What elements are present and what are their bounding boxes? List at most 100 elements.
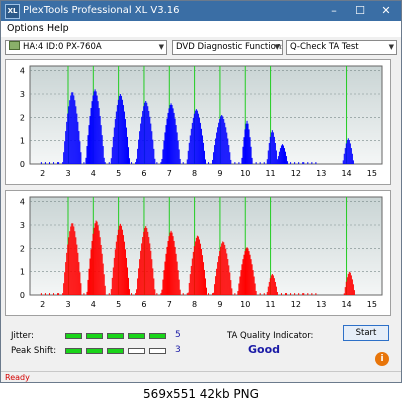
x-tick-label: 3 [65,300,70,309]
data-bar [170,230,172,295]
data-bar [162,149,164,164]
x-tick-label: 7 [167,300,172,309]
x-tick-label: 5 [116,300,121,309]
data-bar [86,146,88,164]
minimize-button[interactable]: – [321,1,347,21]
data-bar [67,244,69,295]
data-bar [177,140,179,164]
data-bar [140,123,142,164]
data-bar [192,251,194,295]
data-bar [162,279,164,295]
data-bar [83,293,85,295]
data-bar [173,112,175,164]
x-tick-label: 15 [367,300,377,309]
data-bar [129,289,131,295]
menu-bar: Options Help [1,21,401,37]
menu-help[interactable]: Help [47,23,69,34]
data-bar [285,151,287,164]
data-bar [135,162,137,164]
data-bar [247,123,249,164]
function-select[interactable]: DVD Diagnostic Functions ▼ [172,40,283,55]
data-bar [243,137,245,164]
data-bar [136,289,138,295]
x-tick-label: 8 [192,300,197,309]
data-bar [71,223,73,295]
data-bar [255,291,257,295]
data-bar [63,283,65,295]
data-bar [53,162,55,164]
x-tick-label: 3 [65,169,70,178]
data-bar [189,274,191,295]
jitter-meter [65,333,185,340]
y-tick-label: 3 [20,90,25,99]
data-bar [76,113,78,164]
data-bar [146,228,148,295]
data-bar [99,237,101,295]
data-bar [93,91,95,164]
data-bar [219,119,221,164]
data-bar [277,156,279,164]
data-bar [100,244,102,295]
data-bar [241,264,243,295]
data-bar [72,223,74,295]
data-bar [226,253,228,295]
data-bar [91,101,93,164]
data-bar [281,144,283,164]
image-caption: 569x551 42kb PNG [143,387,259,401]
data-bar [280,145,282,164]
data-bar [98,108,100,164]
data-bar [188,282,190,295]
data-bar [100,125,102,164]
data-bar [112,267,114,295]
data-bar [123,241,125,295]
data-bar [216,268,218,295]
data-bar [176,261,178,295]
data-bar [44,162,46,164]
data-bar [191,258,193,295]
data-bar [156,162,158,164]
data-bar [307,293,309,295]
data-bar [125,257,127,295]
data-bar [229,152,231,164]
data-bar [224,122,226,164]
data-bar [245,123,247,164]
data-bar [200,128,202,164]
data-bar [149,243,151,295]
menu-options[interactable]: Options [7,23,44,34]
data-bar [187,292,189,295]
data-bar [213,292,215,295]
x-tick-label: 9 [217,300,222,309]
data-bar [53,293,55,295]
drive-select[interactable]: HA:4 ID:0 PX-760A ▼ [5,40,167,55]
test-select[interactable]: Q-Check TA Test ▼ [286,40,397,55]
data-bar [200,248,202,295]
data-bar [238,162,240,164]
data-bar [64,141,66,164]
title-bar[interactable]: XL PlexTools Professional XL V3.16 – ☐ ✕ [1,1,401,21]
data-bar [103,274,105,295]
data-bar [217,127,219,164]
data-bar [80,152,82,164]
maximize-button[interactable]: ☐ [347,1,373,21]
data-bar [286,293,288,295]
data-bar [138,139,140,164]
close-button[interactable]: ✕ [373,1,399,21]
data-bar [311,162,313,164]
data-bar [342,160,344,164]
peak-shift-chart-panel: 0 1 2 3 4 2 3 4 5 6 7 8 9 10 11 12 13 14 15 [5,190,391,316]
data-bar [178,279,180,295]
data-bar [346,277,348,295]
y-tick-label: 2 [20,113,25,122]
data-bar [151,131,153,164]
data-bar [272,132,274,164]
data-bar [196,110,198,164]
data-bar [57,162,59,164]
data-bar [154,158,156,164]
data-bar [220,116,222,164]
data-bar [160,293,162,295]
data-bar [213,152,215,164]
data-bar [219,250,221,295]
start-button[interactable]: Start [343,325,389,341]
data-bar [101,253,103,295]
info-icon[interactable]: i [375,352,389,366]
